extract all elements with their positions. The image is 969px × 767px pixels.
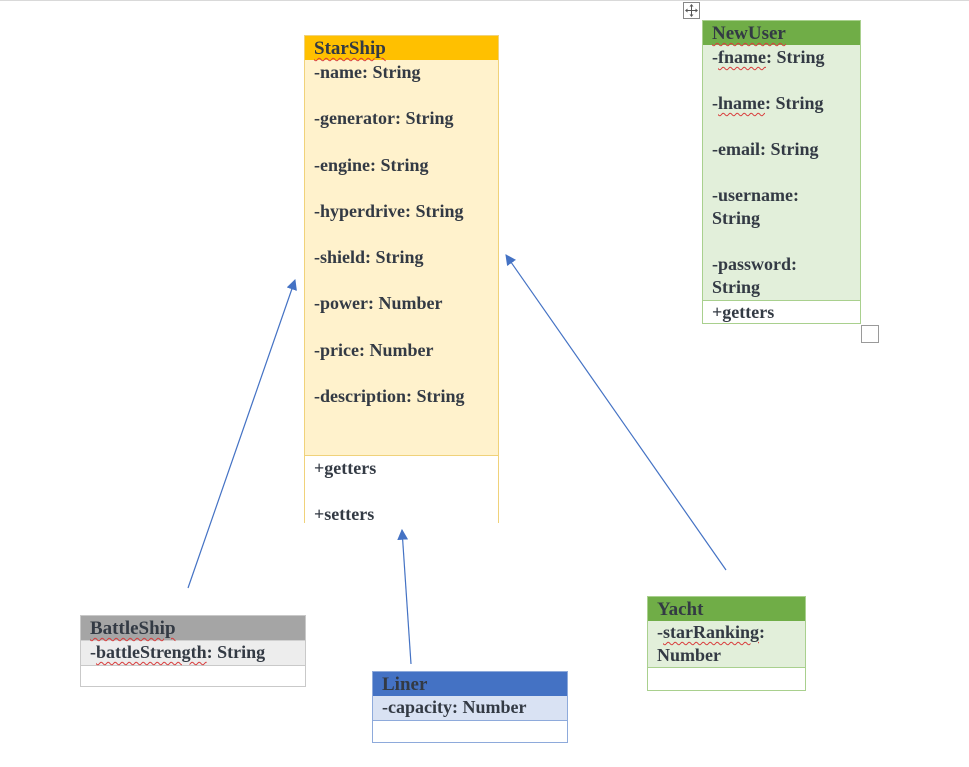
attribute: -starRanking: Number	[657, 621, 782, 667]
attribute: -username: String	[712, 185, 799, 228]
class-newuser-header: NewUser	[703, 21, 860, 45]
attribute-name: starRanking	[663, 622, 760, 642]
method: +getters	[314, 458, 377, 478]
attribute: -fname: String	[712, 46, 856, 69]
class-liner[interactable]: Liner -capacity: Number	[372, 671, 568, 743]
class-yacht[interactable]: Yacht -starRanking: Number	[647, 596, 806, 691]
attribute: -hyperdrive: String	[314, 200, 464, 221]
class-liner-header: Liner	[373, 672, 567, 696]
class-battleship[interactable]: BattleShip -battleStrength: String	[80, 615, 306, 687]
class-name: Liner	[382, 674, 428, 695]
class-starship-header: StarShip	[305, 36, 498, 60]
class-starship-attributes: -name: String -generator: String -engine…	[305, 60, 498, 455]
class-name: Yacht	[657, 599, 704, 620]
class-starship-methods: +getters +setters	[305, 455, 498, 524]
liner-to-starship-arrow	[397, 528, 412, 665]
class-liner-attributes: -capacity: Number	[373, 696, 567, 721]
class-name: StarShip	[314, 38, 386, 59]
class-name: BattleShip	[90, 618, 176, 639]
class-battleship-attributes: -battleStrength: String	[81, 640, 305, 666]
attribute-name: battleStrength	[96, 642, 207, 662]
method: +getters	[712, 302, 775, 322]
class-name: NewUser	[712, 23, 786, 44]
attribute: -capacity: Number	[382, 697, 527, 717]
attribute: -description: String	[314, 386, 465, 407]
method: +setters	[314, 504, 375, 524]
attribute: -email: String	[712, 139, 819, 159]
attribute: -battleStrength: String	[90, 641, 301, 664]
attribute: -password: String	[712, 254, 798, 297]
attribute-type: : String	[765, 93, 824, 113]
class-yacht-header: Yacht	[648, 597, 805, 621]
attribute: -engine: String	[314, 154, 429, 175]
attribute-type: : String	[766, 47, 825, 67]
attribute-name: fname	[718, 47, 766, 67]
class-yacht-attributes: -starRanking: Number	[648, 621, 805, 668]
class-newuser[interactable]: NewUser -fname: String -lname: String -e…	[702, 20, 861, 324]
class-starship[interactable]: StarShip -name: String -generator: Strin…	[304, 35, 499, 524]
class-battleship-header: BattleShip	[81, 616, 305, 640]
class-newuser-attributes: -fname: String -lname: String -email: St…	[703, 45, 860, 300]
attribute-name: lname	[718, 93, 765, 113]
attribute: -price: Number	[314, 339, 434, 360]
attribute: -shield: String	[314, 247, 424, 268]
battleship-to-starship-arrow	[187, 278, 297, 589]
yacht-to-starship-arrow	[505, 254, 727, 571]
attribute-type: : String	[206, 642, 266, 662]
attribute: -lname: String	[712, 92, 856, 115]
class-newuser-methods: +getters	[703, 300, 860, 323]
attribute: -power: Number	[314, 293, 443, 314]
attribute: -generator: String	[314, 108, 454, 129]
attribute: -name: String	[314, 62, 421, 82]
